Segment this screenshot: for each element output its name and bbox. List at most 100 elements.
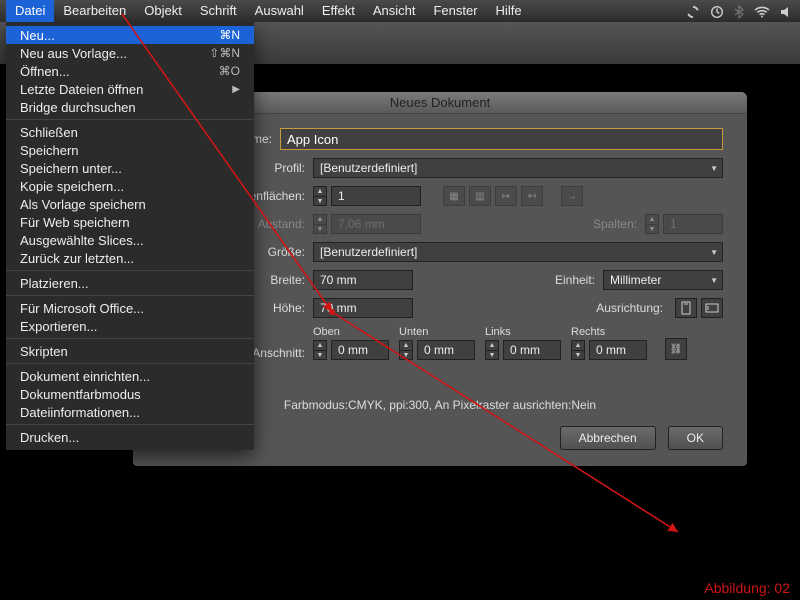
bleed-left-stepper[interactable]: ▲▼ [485,340,499,360]
wifi-icon [754,4,770,19]
menu-item-label: Skripten [20,344,240,359]
artboards-field[interactable] [331,186,421,206]
menu-auswahl[interactable]: Auswahl [246,0,313,22]
menu-item[interactable]: Speichern unter... [6,159,254,177]
figure-caption: Abbildung: 02 [704,580,790,596]
menu-item-label: Öffnen... [20,64,219,79]
menu-item-label: Für Microsoft Office... [20,301,240,316]
width-field[interactable] [313,270,413,290]
menu-item-label: Dokument einrichten... [20,369,240,384]
bleed-bottom-stepper[interactable]: ▲▼ [399,340,413,360]
menu-item-label: Letzte Dateien öffnen [20,82,232,97]
grid-by-row-icon[interactable]: ▦ [443,186,465,206]
artboards-stepper[interactable]: ▲▼ [313,186,327,206]
shortcut: ⌘O [219,64,240,78]
columns-stepper: ▲▼ [645,214,659,234]
label-right: Rechts [571,326,647,338]
volume-icon [780,4,794,19]
bleed-top-field[interactable] [331,340,389,360]
bleed-top-stepper[interactable]: ▲▼ [313,340,327,360]
menu-item[interactable]: Platzieren... [6,274,254,292]
orientation-portrait[interactable] [675,298,697,318]
menu-item[interactable]: Bridge durchsuchen [6,98,254,116]
menu-objekt[interactable]: Objekt [135,0,191,22]
menu-item[interactable]: Neu aus Vorlage...⇧⌘N [6,44,254,62]
spacing-stepper: ▲▼ [313,214,327,234]
menu-item-label: Neu... [20,28,219,43]
spacing-field [331,214,421,234]
menu-item-label: Schließen [20,125,240,140]
menubar: Datei Bearbeiten Objekt Schrift Auswahl … [0,0,800,22]
arrange-left-icon[interactable]: ↤ [521,186,543,206]
menu-schrift[interactable]: Schrift [191,0,246,22]
menu-item-label: Als Vorlage speichern [20,197,240,212]
ok-button[interactable]: OK [668,426,723,450]
menu-item[interactable]: Kopie speichern... [6,177,254,195]
name-field[interactable] [280,128,723,150]
label-left: Links [485,326,561,338]
size-select[interactable]: [Benutzerdefiniert]▼ [313,242,723,262]
menu-item[interactable]: Neu...⌘N [6,26,254,44]
timemachine-icon [710,3,724,19]
menu-item[interactable]: Zurück zur letzten... [6,249,254,267]
arrange-down-icon[interactable]: → [561,186,583,206]
menu-item-label: Für Web speichern [20,215,240,230]
bleed-left-field[interactable] [503,340,561,360]
columns-field [663,214,723,234]
menu-item-label: Zurück zur letzten... [20,251,240,266]
label-top: Oben [313,326,389,338]
menu-item[interactable]: Dokument einrichten... [6,367,254,385]
unit-select[interactable]: Millimeter▼ [603,270,723,290]
menu-item[interactable]: Öffnen...⌘O [6,62,254,80]
label-orient: Ausrichtung: [596,301,671,315]
menu-item-label: Exportieren... [20,319,240,334]
label-unit: Einheit: [555,273,603,287]
menu-item[interactable]: Für Microsoft Office... [6,299,254,317]
menu-item[interactable]: Speichern [6,141,254,159]
link-bleed-icon[interactable]: ⛓ [665,338,687,360]
menu-hilfe[interactable]: Hilfe [487,0,531,22]
menu-item[interactable]: Drucken... [6,428,254,446]
label-columns: Spalten: [593,217,645,231]
menu-ansicht[interactable]: Ansicht [364,0,425,22]
bluetooth-icon [734,3,744,19]
menu-item[interactable]: Schließen [6,123,254,141]
grid-by-col-icon[interactable]: ▥ [469,186,491,206]
profile-select[interactable]: [Benutzerdefiniert]▼ [313,158,723,178]
menu-item[interactable]: Für Web speichern [6,213,254,231]
bleed-bottom-field[interactable] [417,340,475,360]
menu-bearbeiten[interactable]: Bearbeiten [54,0,135,22]
menu-item-label: Speichern unter... [20,161,240,176]
chevron-down-icon: ▼ [710,276,718,285]
menu-datei[interactable]: Datei [6,0,54,22]
file-menu-dropdown: Neu...⌘NNeu aus Vorlage...⇧⌘NÖffnen...⌘O… [6,22,254,450]
height-field[interactable] [313,298,413,318]
menu-item[interactable]: Dokumentfarbmodus [6,385,254,403]
menu-item-label: Speichern [20,143,240,158]
menu-item-label: Bridge durchsuchen [20,100,240,115]
orientation-landscape[interactable] [701,298,723,318]
chevron-down-icon: ▼ [710,164,718,173]
menu-effekt[interactable]: Effekt [313,0,364,22]
shortcut: ⇧⌘N [209,46,240,60]
cancel-button[interactable]: Abbrechen [560,426,656,450]
bleed-right-field[interactable] [589,340,647,360]
menu-item[interactable]: Dateiinformationen... [6,403,254,421]
menu-item-label: Neu aus Vorlage... [20,46,209,61]
menu-item[interactable]: Skripten [6,342,254,360]
chevron-down-icon: ▼ [710,248,718,257]
menu-item[interactable]: Ausgewählte Slices... [6,231,254,249]
menu-item-label: Platzieren... [20,276,240,291]
menu-item[interactable]: Letzte Dateien öffnen▶ [6,80,254,98]
menu-item-label: Drucken... [20,430,240,445]
sync-icon [686,3,700,19]
menu-item[interactable]: Als Vorlage speichern [6,195,254,213]
menu-item-label: Kopie speichern... [20,179,240,194]
menu-item-label: Ausgewählte Slices... [20,233,240,248]
label-bottom: Unten [399,326,475,338]
menu-item[interactable]: Exportieren... [6,317,254,335]
menu-item-label: Dateiinformationen... [20,405,240,420]
menu-fenster[interactable]: Fenster [424,0,486,22]
arrange-right-icon[interactable]: ↦ [495,186,517,206]
bleed-right-stepper[interactable]: ▲▼ [571,340,585,360]
